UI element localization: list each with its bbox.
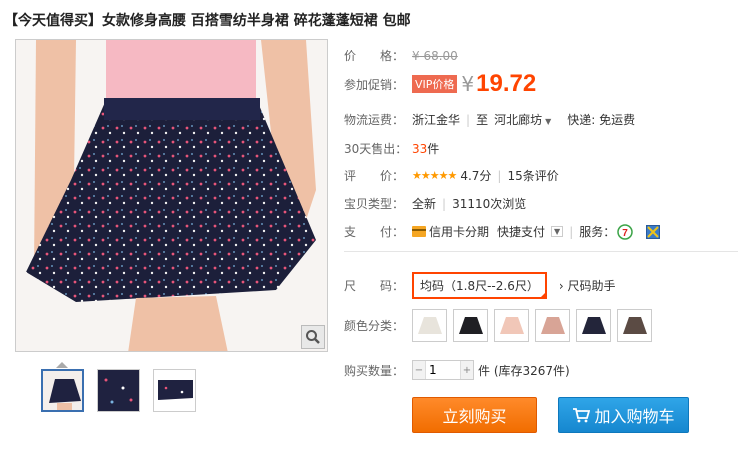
vip-price-tag: VIP价格 [412, 75, 458, 93]
color-swatch-3[interactable] [494, 309, 529, 342]
thumb-pointer [56, 362, 68, 368]
stock-text: 件 (库存3267件) [478, 363, 570, 378]
swatch-skirt-icon [458, 316, 483, 334]
product-image[interactable] [15, 39, 328, 352]
swatch-skirt-icon [540, 316, 565, 334]
skirt-illustration [16, 40, 327, 351]
sold-label: 30天售出： [344, 142, 408, 156]
color-label: 颜色分类： [344, 319, 405, 333]
thumbnail-strip [41, 369, 196, 412]
shipping-row: 物流运费： 浙江金华 | 至 河北廊坊 ▼ 快递: 免运费 [344, 111, 635, 128]
express-fee: 快递: 免运费 [567, 113, 636, 127]
divider-bar: | [466, 112, 471, 127]
size-option-selected[interactable]: 均码（1.8尺--2.6尺） [412, 272, 547, 299]
swatch-skirt-icon [499, 316, 524, 334]
divider-bar: | [497, 168, 502, 183]
svg-text:7: 7 [622, 228, 628, 239]
thumbnail-image [43, 371, 82, 410]
magnifier-icon [306, 330, 320, 344]
size-label: 尺 码： [344, 279, 405, 293]
rating-row: 评 价： ★★★★★ 4.7分 | 15条评价 [344, 167, 559, 184]
buy-now-button[interactable]: 立刻购买 [412, 397, 537, 433]
add-to-cart-label: 加入购物车 [594, 407, 675, 426]
payment-row: 支 付： 信用卡分期 快捷支付 ▼ | 服务： 7 [344, 223, 663, 240]
size-helper-link[interactable]: › 尺码助手 [559, 277, 616, 294]
selected-check-icon [538, 291, 547, 299]
credit-installment-link[interactable]: 信用卡分期 [429, 223, 489, 240]
ship-to-prefix: 至 [476, 113, 489, 127]
color-swatch-5[interactable] [576, 309, 611, 342]
quick-pay-link[interactable]: 快捷支付 [497, 223, 545, 240]
increment-button[interactable]: + [461, 361, 473, 379]
chevron-down-icon[interactable]: ▼ [551, 226, 564, 237]
ship-from: 浙江金华 [412, 113, 461, 127]
ship-to-selector[interactable]: 河北廊坊 ▼ [494, 111, 551, 128]
swatch-skirt-icon [417, 316, 442, 334]
item-condition: 全新 [412, 197, 437, 211]
product-title: 【今天值得买】女款修身高腰 百搭雪纺半身裙 碎花蓬蓬短裙 包邮 [4, 13, 411, 29]
swatch-skirt-icon [622, 316, 647, 334]
promo-label: 参加促销： [344, 77, 405, 92]
cart-icon [573, 408, 591, 423]
color-row: 颜色分类： [344, 309, 652, 342]
chevron-right-icon: › [558, 279, 564, 293]
size-helper-text: 尺码助手 [567, 279, 616, 293]
chevron-down-icon: ▼ [545, 117, 552, 126]
color-swatch-6[interactable] [617, 309, 652, 342]
seven-day-return-icon[interactable]: 7 [617, 223, 633, 240]
promo-row: 参加促销： VIP价格 ¥ 19.72 [344, 70, 536, 98]
payment-label: 支 付： [344, 225, 405, 239]
currency-symbol: ¥ [461, 72, 475, 96]
swatch-skirt-icon [581, 316, 606, 334]
color-swatch-2[interactable] [453, 309, 488, 342]
thumbnail-1[interactable] [41, 369, 84, 412]
sold-count: 33 [412, 141, 428, 156]
star-rating-icon: ★★★★★ [412, 169, 457, 182]
price-row: 价 格： ¥ 68.00 [344, 47, 458, 64]
divider-bar: | [569, 224, 574, 239]
quantity-input[interactable] [425, 361, 461, 379]
sold-unit: 件 [427, 142, 440, 156]
color-swatch-1[interactable] [412, 309, 447, 342]
decrement-button[interactable]: − [413, 361, 425, 379]
credit-card-icon [412, 226, 426, 237]
shipping-label: 物流运费： [344, 113, 405, 127]
ship-to: 河北廊坊 [494, 113, 543, 127]
guarantee-icon[interactable] [646, 224, 661, 239]
rating-score: 4.7分 [460, 169, 492, 183]
thumbnail-3[interactable] [153, 369, 196, 412]
original-price: ¥ 68.00 [412, 48, 458, 63]
rating-label: 评 价： [344, 169, 405, 183]
size-row: 尺 码： 均码（1.8尺--2.6尺） › 尺码助手 [344, 272, 616, 299]
view-count: 31110次浏览 [452, 197, 527, 211]
sold-row: 30天售出： 33 件 [344, 140, 439, 157]
add-to-cart-button[interactable]: 加入购物车 [558, 397, 689, 433]
service-label: 服务： [579, 225, 616, 239]
item-type-label: 宝贝类型： [344, 197, 405, 211]
item-type-row: 宝贝类型： 全新 | 31110次浏览 [344, 195, 526, 212]
quantity-label: 购买数量： [344, 363, 405, 378]
price-label: 价 格： [344, 49, 405, 63]
divider-bar: | [442, 196, 447, 211]
color-swatch-4[interactable] [535, 309, 570, 342]
quantity-stepper: − + [412, 360, 474, 380]
promo-price: 19.72 [476, 70, 537, 97]
quantity-row: 购买数量： − + 件 (库存3267件) [344, 360, 570, 380]
color-swatches [412, 309, 652, 342]
zoom-button[interactable] [301, 325, 325, 349]
thumbnail-image [98, 370, 139, 411]
size-option-text: 均码（1.8尺--2.6尺） [420, 279, 539, 293]
reviews-link[interactable]: 15条评价 [507, 167, 558, 184]
thumbnail-2[interactable] [97, 369, 140, 412]
thumbnail-image [154, 370, 195, 411]
section-divider [344, 251, 738, 252]
